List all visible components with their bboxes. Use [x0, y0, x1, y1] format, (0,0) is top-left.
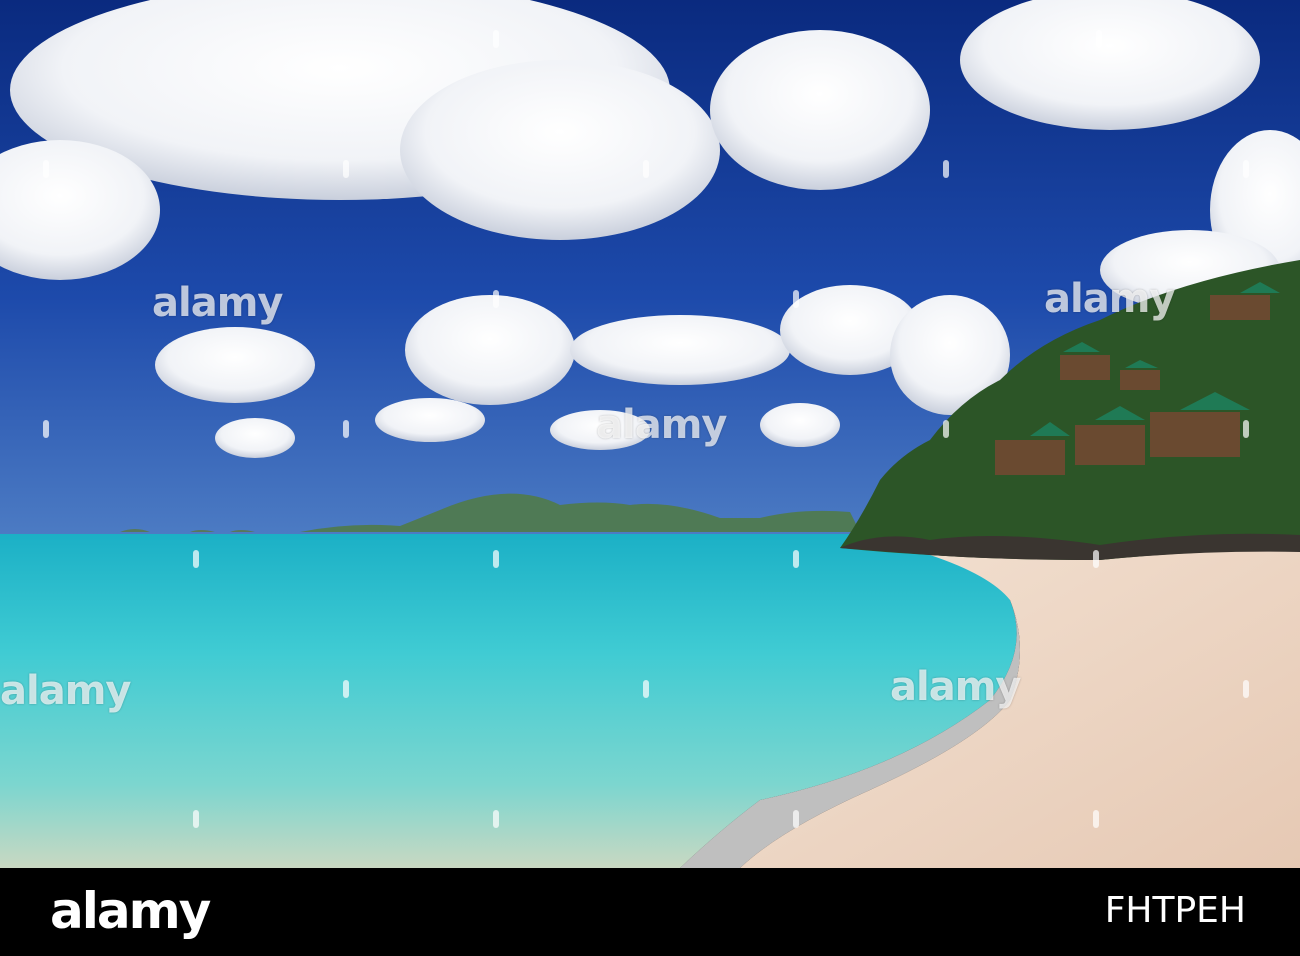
watermark-dot	[643, 160, 649, 178]
footer-bar: alamy FHTPEH	[0, 868, 1300, 956]
image-id: FHTPEH	[1104, 890, 1246, 931]
watermark-dot	[1243, 680, 1249, 698]
watermark-dot	[343, 420, 349, 438]
watermark-dot	[793, 550, 799, 568]
watermark-dot	[493, 810, 499, 828]
beach-photo: alamy alamy alamy alamy alamy	[0, 0, 1300, 868]
watermark-dot	[793, 290, 799, 308]
watermark-dot	[1243, 160, 1249, 178]
watermark-dot	[493, 550, 499, 568]
watermark-dot	[943, 160, 949, 178]
watermark-dot	[643, 680, 649, 698]
watermark-dot	[343, 160, 349, 178]
watermark-dot	[43, 420, 49, 438]
beach-scene-illustration	[0, 0, 1300, 868]
watermark-dot	[1093, 810, 1099, 828]
watermark-dot	[1243, 420, 1249, 438]
watermark-dot	[193, 550, 199, 568]
watermark-dot	[493, 30, 499, 48]
watermark-dot	[193, 810, 199, 828]
watermark-dot	[943, 420, 949, 438]
alamy-logo[interactable]: alamy	[50, 882, 211, 940]
watermark-dot	[793, 810, 799, 828]
watermark-dot	[1093, 550, 1099, 568]
watermark-dot	[343, 680, 349, 698]
watermark-dot	[493, 290, 499, 308]
watermark-dot	[1096, 30, 1102, 48]
watermark-dot	[43, 160, 49, 178]
